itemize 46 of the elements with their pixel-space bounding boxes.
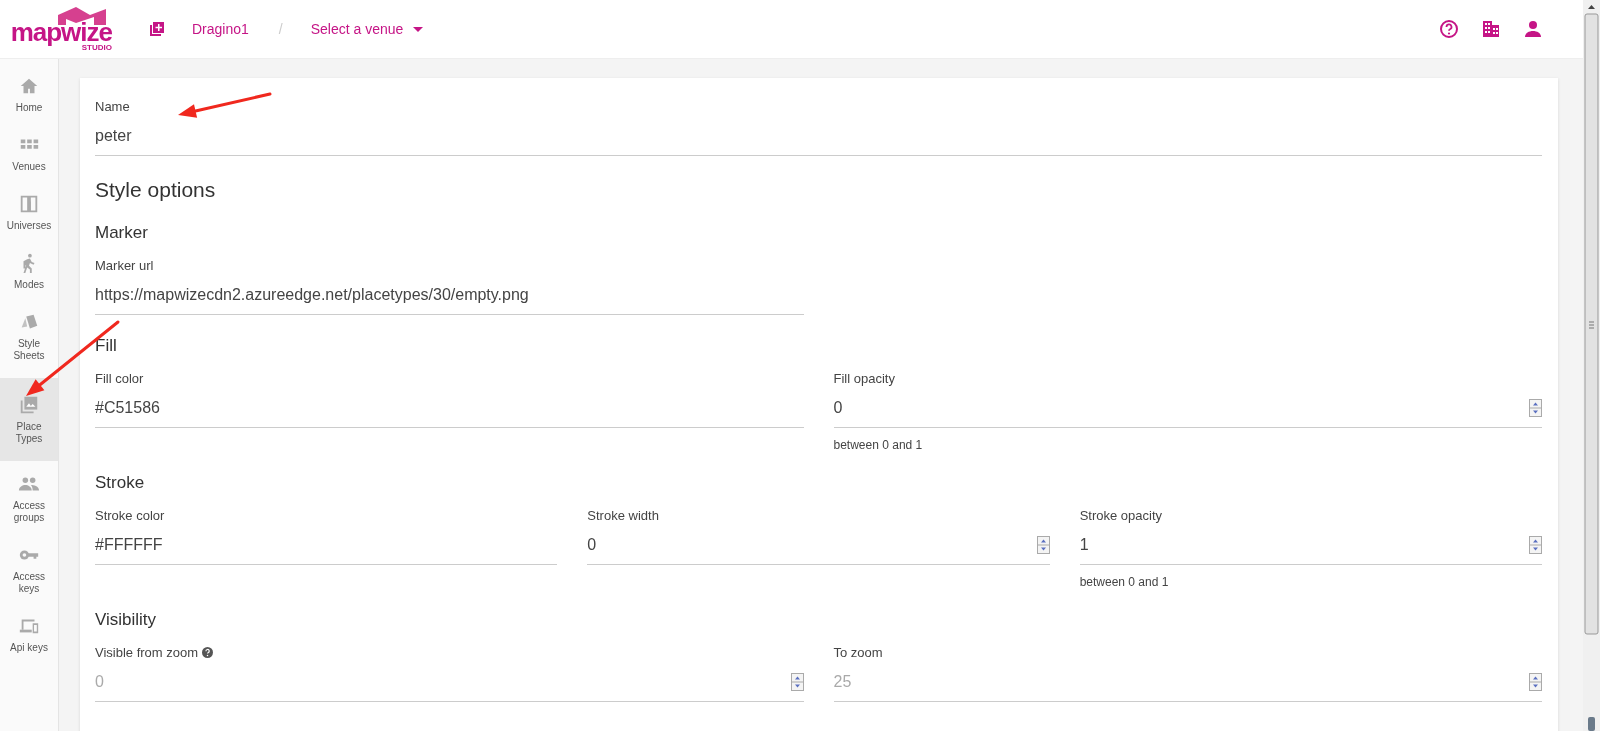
text-field[interactable]: https://mapwizecdn2.azureedge.net/placetypes/30/empty.png [95, 276, 804, 315]
spin-button[interactable] [1529, 399, 1542, 417]
field-label: Marker url [95, 258, 154, 273]
field-label: Stroke width [587, 508, 659, 523]
text-field[interactable]: #FFFFFF [95, 526, 558, 565]
sidebar-item[interactable]: Api keys [0, 607, 58, 666]
spin-button[interactable] [1036, 536, 1050, 554]
section-heading: Visibility [95, 610, 158, 630]
field-label: Fill opacity [833, 371, 895, 386]
text-field[interactable]: peter [95, 117, 1542, 156]
field-label: Stroke color [95, 508, 165, 523]
section-heading: Fill [95, 336, 118, 356]
mapwize-logo[interactable]: mapwize STUDIO [12, 6, 112, 52]
helper-text: between 0 and 1 [833, 438, 924, 452]
sidebar-item[interactable]: Access groups [0, 465, 58, 536]
section-heading: Marker [95, 223, 149, 243]
field-label: To zoom [833, 645, 883, 660]
sidebar-item[interactable]: Universes [0, 185, 58, 244]
sidebar-item[interactable]: Style Sheets [0, 303, 58, 374]
field-label: Name [95, 99, 130, 114]
user-icon[interactable] [1523, 19, 1543, 39]
sidebar-item[interactable]: Access keys [0, 536, 58, 607]
images-icon [18, 394, 40, 416]
section-title: Style options [95, 178, 217, 202]
venue-dropdown[interactable]: Select a venue [310, 21, 424, 37]
spin-button[interactable] [1529, 536, 1542, 554]
number-field[interactable]: 0 [833, 389, 1542, 428]
helper-text: between 0 and 1 [1079, 575, 1170, 589]
field-label: Fill color [95, 371, 144, 386]
section-heading: Stroke [95, 473, 146, 493]
help-icon[interactable] [1439, 19, 1459, 39]
field-label: Stroke opacity [1079, 508, 1163, 523]
caret-icon [413, 26, 424, 32]
text-field[interactable]: #C51586 [95, 389, 804, 428]
add-project-icon[interactable] [150, 22, 164, 36]
number-field[interactable]: 0 [587, 526, 1050, 565]
breadcrumb-separator: / [278, 21, 283, 37]
project-link[interactable]: Dragino1 [192, 21, 249, 37]
field-label: Visible from zoom [95, 645, 199, 660]
sidebar-item[interactable]: Place Types [0, 378, 58, 461]
book-icon [18, 193, 40, 215]
sidebar-item[interactable]: Home [0, 67, 58, 126]
number-field[interactable]: 1 [1079, 526, 1542, 565]
sidebar-item[interactable]: Venues [0, 126, 58, 185]
building-icon[interactable] [1481, 19, 1501, 39]
sidebar-item[interactable]: Modes [0, 244, 58, 303]
